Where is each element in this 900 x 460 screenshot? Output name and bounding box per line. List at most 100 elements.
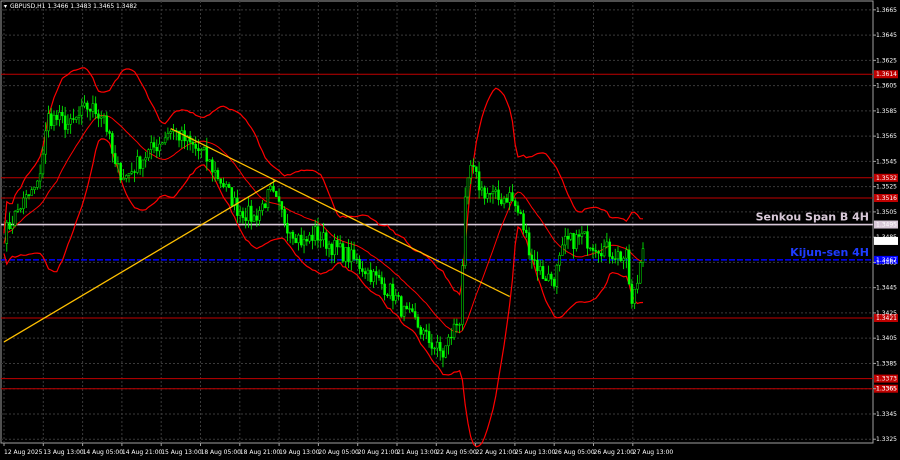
candle-bull	[13, 210, 17, 226]
candle-bear	[358, 258, 361, 269]
candle-bear	[255, 215, 259, 221]
candle-bear	[191, 141, 195, 145]
candle-bear	[325, 232, 328, 249]
candle-bull	[463, 196, 467, 266]
candle-bull	[91, 103, 95, 112]
x-tick-label: 20 Aug 21:00	[358, 449, 399, 456]
candle-bull	[83, 102, 86, 107]
candle-bull	[258, 210, 261, 221]
candle-bull	[394, 295, 397, 301]
candle-bull	[136, 156, 139, 173]
x-tick-label: 22 Aug 05:00	[436, 449, 477, 456]
candle-bear	[586, 231, 589, 249]
candle-bull	[122, 178, 125, 181]
candle-bull	[583, 231, 586, 234]
candle-bear	[286, 222, 289, 234]
x-tick-label: 14 Aug 21:00	[122, 449, 163, 456]
y-tick-label: 1.3345	[876, 411, 897, 418]
y-axis: 1.36141.35321.35161.34951.34671.34211.33…	[873, 7, 898, 443]
candle-bear	[391, 283, 395, 301]
candle-bear	[363, 271, 367, 275]
candle-bear	[86, 102, 89, 110]
y-tick-label: 1.3665	[876, 7, 897, 14]
candle-bear	[361, 268, 364, 272]
candle-bull	[602, 246, 606, 257]
x-tick-label: 15 Aug 13:00	[161, 449, 202, 456]
candle-bull	[124, 175, 128, 179]
candle-bear	[613, 258, 617, 260]
candle-bull	[436, 342, 439, 349]
candle-bear	[455, 323, 459, 326]
candle-bear	[369, 269, 372, 282]
level-price-label: 1.3614	[876, 71, 897, 78]
candle-bull	[149, 142, 153, 150]
candle-bear	[375, 271, 378, 276]
candle-bull	[633, 288, 636, 304]
current-price-label: 1.3482	[876, 238, 897, 245]
candle-bear	[194, 144, 197, 149]
candle-bull	[561, 244, 564, 256]
candle-bull	[238, 211, 242, 216]
level-annotation: Kijun-sen 4H	[790, 246, 869, 259]
candle-bear	[250, 205, 253, 222]
candle-bear	[630, 283, 634, 304]
candle-bull	[225, 184, 228, 188]
candle-bull	[575, 234, 578, 249]
candle-bear	[438, 342, 442, 352]
candle-bull	[130, 171, 134, 174]
candle-bear	[430, 342, 434, 349]
candle-bear	[441, 350, 445, 358]
candle-bull	[580, 232, 584, 237]
candle-bear	[386, 294, 389, 297]
y-tick-label: 1.3405	[876, 335, 897, 342]
candle-bear	[111, 133, 114, 154]
candle-bull	[486, 193, 489, 199]
candle-bear	[108, 131, 111, 134]
y-tick-label: 1.3365	[876, 386, 897, 393]
candle-bear	[316, 226, 320, 241]
candle-bull	[508, 192, 511, 203]
candle-bull	[147, 149, 150, 159]
candle-bear	[355, 258, 359, 261]
candle-bull	[447, 336, 450, 347]
y-tick-label: 1.3445	[876, 285, 897, 292]
candle-bear	[63, 115, 67, 130]
candle-bear	[152, 142, 156, 148]
chart-background	[0, 0, 900, 460]
candle-bear	[8, 222, 11, 229]
candle-bear	[405, 305, 409, 309]
candle-bull	[444, 345, 447, 358]
candle-bull	[555, 264, 559, 287]
candle-bull	[366, 269, 370, 275]
candle-bull	[102, 115, 106, 118]
candle-bull	[408, 308, 411, 310]
candle-bear	[241, 211, 245, 218]
x-tick-label: 20 Aug 05:00	[318, 449, 359, 456]
candle-bull	[163, 137, 167, 144]
candle-bear	[72, 118, 75, 120]
candle-bear	[419, 327, 422, 335]
candle-bull	[547, 273, 550, 281]
candle-bull	[638, 262, 642, 284]
candle-bull	[144, 157, 147, 161]
candle-bull	[605, 241, 609, 247]
candle-bull	[213, 170, 217, 173]
x-tick-label: 14 Aug 05:00	[83, 449, 124, 456]
candle-bull	[69, 118, 72, 125]
y-tick-label: 1.3525	[876, 184, 897, 191]
candle-bull	[58, 111, 61, 120]
x-tick-label: 18 Aug 05:00	[201, 449, 242, 456]
candle-bull	[466, 177, 470, 198]
candle-bull	[74, 116, 78, 120]
candle-bull	[5, 222, 9, 244]
candle-bear	[536, 259, 539, 272]
candle-bear	[219, 178, 222, 184]
candle-bull	[469, 165, 472, 179]
level-price-label: 1.3373	[876, 376, 897, 383]
candle-bull	[313, 226, 317, 241]
y-tick-label: 1.3645	[876, 32, 897, 39]
candle-bull	[327, 243, 331, 249]
candle-bear	[416, 316, 420, 328]
chart-header: ▾ GBPUSD,H1 1.3466 1.3483 1.3465 1.3482	[4, 3, 137, 10]
candle-bear	[94, 103, 97, 115]
